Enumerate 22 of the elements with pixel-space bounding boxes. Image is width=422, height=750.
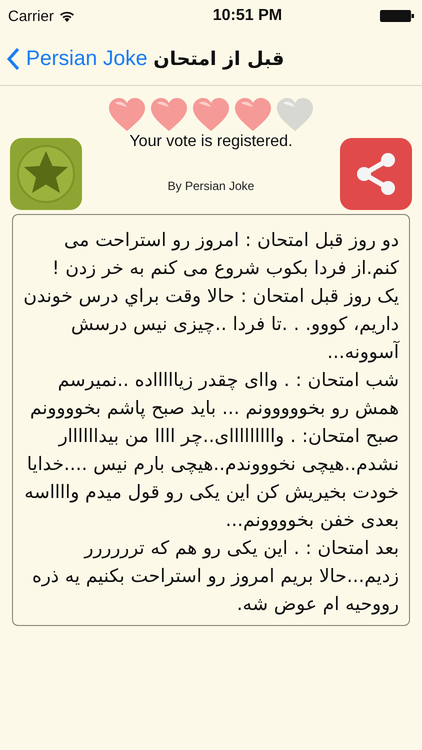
joke-paragraph: دو روز قبل امتحان : امروز رو استراحت می کنم.از فردا بکوب شروع می کنم به خر زدن !: [51, 229, 399, 281]
back-chevron-icon: [6, 46, 20, 70]
joke-paragraph: یک روز قبل امتحان : حالا وقت براي درس خوندن داریم، کووو. . .تا فردا ..چیزی نیس درسش آسوونه...: [23, 285, 399, 365]
battery-icon: [380, 10, 414, 22]
joke-paragraph: بعد امتحان : . این یکی رو هم که ترررررر زدیم...حالا بریم امروز رو استراحت بکنیم یه ذره رووحیه ام عوض شه.: [31, 537, 399, 617]
wifi-icon: [58, 10, 75, 22]
nav-title: قبل از امتحان: [153, 48, 284, 70]
vote-message: Your vote is registered.: [129, 133, 293, 151]
heart-icon[interactable]: [191, 97, 231, 133]
carrier-label: Carrier: [8, 8, 54, 24]
back-button[interactable]: Persian Joke: [6, 46, 148, 70]
status-time: 10:51 PM: [212, 7, 282, 25]
favorite-button[interactable]: [10, 138, 82, 210]
joke-paragraph: صبح امتحان: . وااااااااای..چر اااا من بیداااااار نشدم..هیچی نخوووندم..هیچی بارم نیس ....خدایا خودت بخیریش کن این یکی رو قول میدم وااااسه بعدی خفن بخوووونم...: [23, 425, 399, 533]
rating-hearts[interactable]: [107, 97, 315, 133]
share-button[interactable]: [340, 138, 412, 210]
author-label: By Persian Joke: [168, 179, 254, 193]
heart-icon[interactable]: [107, 97, 147, 133]
joke-paragraph: شب امتحان : . واای چقدر زیاااااده ..نمیرسم همش رو بخووووونم ... باید صبح پاشم بخوووونم: [29, 369, 399, 421]
heart-icon[interactable]: [275, 97, 315, 133]
heart-icon[interactable]: [233, 97, 273, 133]
heart-icon[interactable]: [149, 97, 189, 133]
